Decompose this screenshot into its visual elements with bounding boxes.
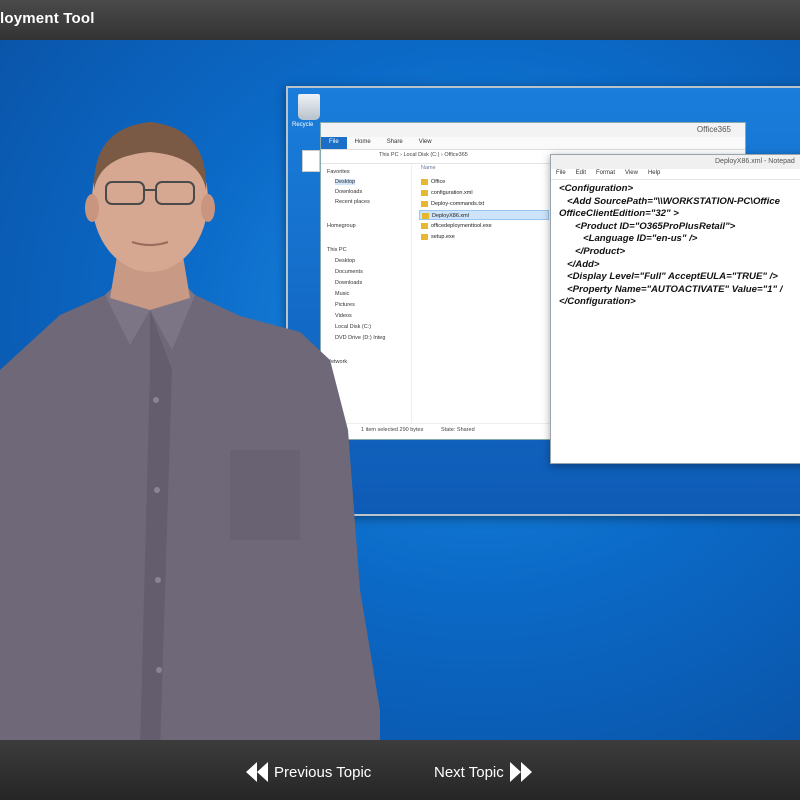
fast-forward-icon: [509, 762, 521, 782]
notepad-xml-content: <Configuration> <Add SourcePath="\\WORKS…: [559, 183, 783, 308]
file-row: setup.exe: [419, 232, 549, 242]
file-row: configuration.xml: [419, 188, 549, 198]
rewind-icon: [257, 762, 268, 782]
previous-topic-button[interactable]: Previous Topic: [246, 758, 377, 786]
next-topic-button[interactable]: Next Topic: [428, 758, 532, 786]
notepad-menu-file: File: [556, 170, 566, 176]
status-state: State: Shared: [441, 427, 475, 433]
video-stage: Recycle Office365 File Home Share View T…: [0, 40, 800, 740]
notepad-titlebar: DeployX86.xml - Notepad: [551, 155, 800, 169]
navigation-bar: Previous Topic Next Topic: [0, 740, 800, 800]
notepad-window: DeployX86.xml - Notepad File Edit Format…: [550, 154, 800, 464]
notepad-menu-help: Help: [647, 170, 661, 176]
file-row: Office: [419, 177, 549, 187]
next-topic-label: Next Topic: [434, 763, 504, 781]
fast-forward-icon: [520, 762, 532, 782]
notepad-menubar: File Edit Format View Help: [551, 169, 800, 180]
presenter-figure: [0, 122, 380, 740]
notepad-title: DeployX86.xml - Notepad: [715, 158, 795, 165]
notepad-menu-view: View: [625, 170, 638, 176]
title-bar: loyment Tool: [0, 0, 800, 40]
explorer-title: Office365: [696, 125, 731, 134]
ribbon-tab-view: View: [418, 139, 432, 145]
rewind-icon: [246, 762, 257, 782]
window-title: loyment Tool: [0, 10, 95, 27]
file-row: officedeploymenttool.exe: [419, 221, 549, 231]
notepad-menu-format: Format: [596, 170, 616, 176]
file-row-selected: DeployX86.xml: [419, 210, 549, 220]
notepad-menu-edit: Edit: [575, 170, 587, 176]
previous-topic-label: Previous Topic: [274, 763, 372, 781]
file-row: Deploy-commands.txt: [419, 199, 549, 209]
column-header-name: Name: [421, 165, 436, 171]
